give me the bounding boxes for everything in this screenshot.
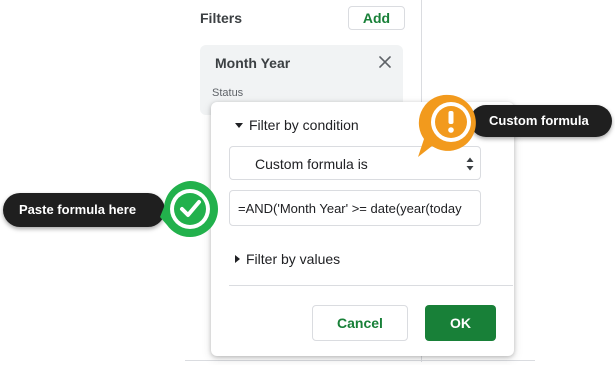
- add-filter-button[interactable]: Add: [348, 6, 405, 30]
- filter-by-condition-toggle[interactable]: Filter by condition: [235, 117, 359, 133]
- paste-formula-callout: Paste formula here: [3, 193, 165, 227]
- filter-by-values-label: Filter by values: [246, 251, 341, 267]
- custom-formula-input[interactable]: =AND('Month Year' >= date(year(today: [229, 190, 481, 226]
- custom-formula-value: =AND('Month Year' >= date(year(today: [238, 201, 462, 216]
- filter-by-values-toggle[interactable]: Filter by values: [235, 251, 340, 267]
- custom-formula-callout: Custom formula: [470, 105, 612, 137]
- filter-by-condition-label: Filter by condition: [249, 117, 359, 133]
- filter-card-status-label: Status: [212, 87, 244, 99]
- exclamation-circle-icon: [418, 94, 476, 157]
- filters-title: Filters: [200, 10, 243, 26]
- sidebar-bottom-divider: [185, 360, 535, 361]
- popup-divider: [229, 285, 513, 286]
- ok-button[interactable]: OK: [425, 305, 496, 341]
- close-icon[interactable]: [377, 54, 393, 70]
- filter-card-title: Month Year: [215, 55, 291, 71]
- caret-right-icon: [235, 255, 240, 263]
- condition-select-value: Custom formula is: [255, 156, 368, 172]
- caret-down-icon: [235, 122, 243, 128]
- check-circle-icon: [160, 181, 218, 237]
- cancel-button[interactable]: Cancel: [312, 305, 408, 341]
